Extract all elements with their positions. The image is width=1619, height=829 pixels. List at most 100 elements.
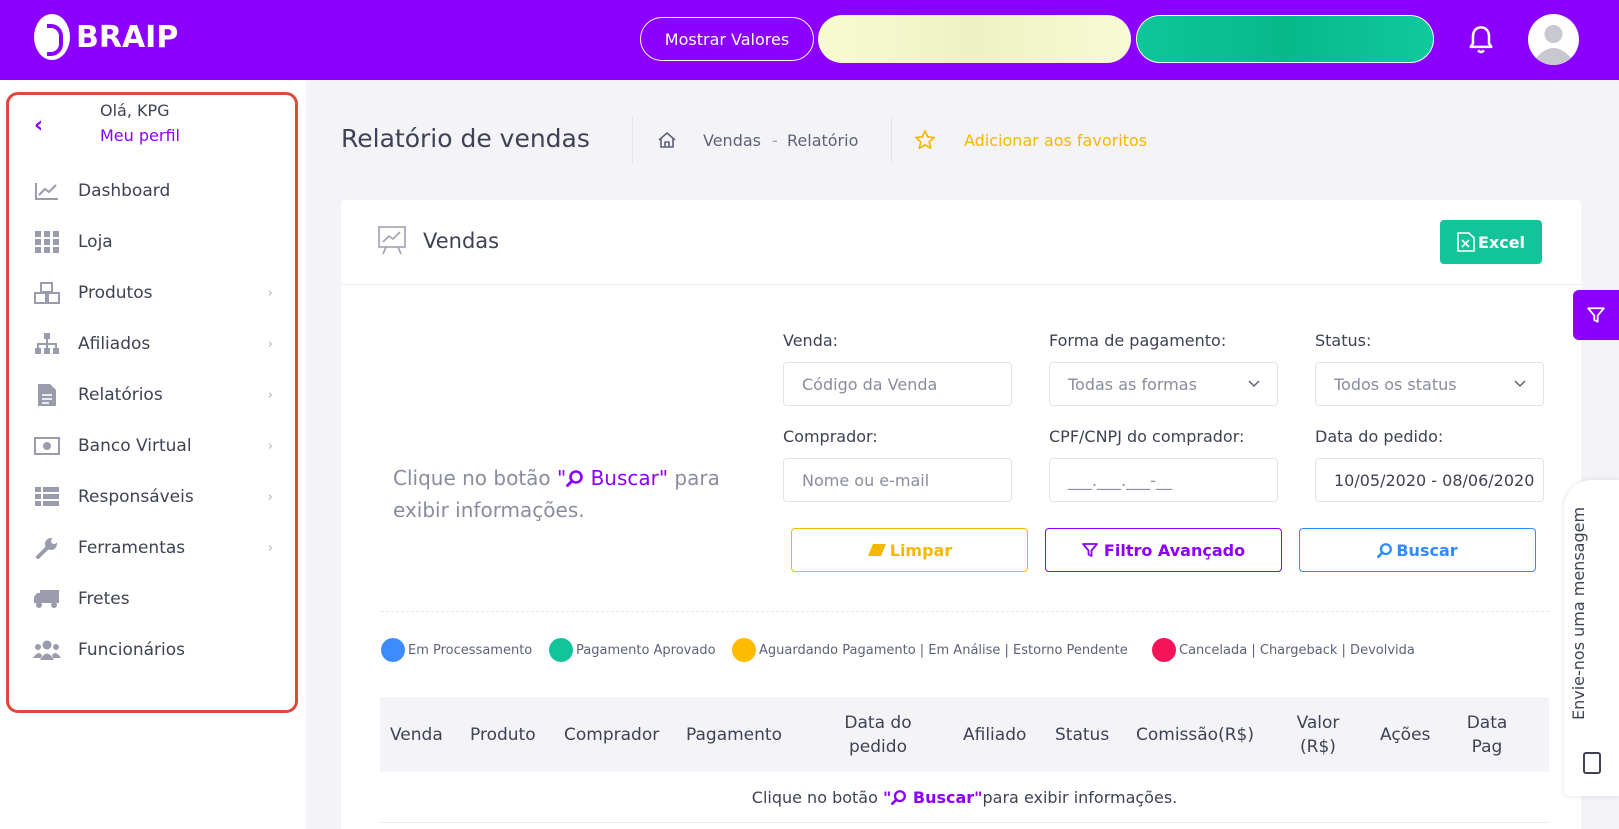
buyer-input[interactable]: Nome ou e-mail [783, 458, 1012, 502]
braip-logo-text: BRAIP [76, 19, 179, 55]
legend-label: Pagamento Aprovado [576, 642, 716, 658]
wrench-icon [33, 536, 61, 560]
legend-label: Aguardando Pagamento | Em Análise | Esto… [759, 642, 1128, 658]
filter-icon [1082, 543, 1098, 557]
order-date-range-input[interactable]: 10/05/2020 - 08/06/2020 [1315, 458, 1544, 502]
sidebar-item-fretes[interactable]: Fretes [33, 582, 273, 616]
legend-item-pending: Aguardando Pagamento | Em Análise | Esto… [732, 638, 1128, 662]
search-button[interactable]: Buscar [1299, 528, 1536, 572]
cpf-input[interactable]: ___.___.___-__ [1049, 458, 1278, 502]
venda-code-input[interactable]: Código da Venda [783, 362, 1012, 406]
sidebar-item-label: Banco Virtual [78, 436, 192, 456]
sidebar-item-responsaveis[interactable]: Responsáveis › [33, 480, 273, 514]
sidebar-item-label: Fretes [78, 589, 130, 609]
braip-logo[interactable]: BRAIP [34, 14, 178, 60]
chevron-down-icon [1248, 380, 1260, 388]
legend-item-processing: Em Processamento [381, 638, 532, 662]
send-message-label[interactable]: Envie-nos uma mensagem [1569, 500, 1588, 720]
sidebar-item-dashboard[interactable]: Dashboard [33, 174, 273, 208]
sidebar-item-relatorios[interactable]: Relatórios › [33, 378, 273, 412]
chevron-right-icon: › [267, 489, 273, 505]
sidebar-item-label: Produtos [78, 283, 153, 303]
show-values-button[interactable]: Mostrar Valores [640, 17, 814, 61]
column-header-comprador[interactable]: Comprador [564, 723, 659, 747]
page-title: Relatório de vendas [341, 124, 590, 153]
sidebar-item-loja[interactable]: Loja [33, 225, 273, 259]
column-header-data-pedido[interactable]: Data do pedido [828, 711, 928, 759]
sidebar-item-label: Relatórios [78, 385, 163, 405]
breadcrumb-relatorio[interactable]: Relatório [787, 131, 858, 150]
collapse-sidebar-icon[interactable]: ‹ [34, 113, 43, 138]
grid-icon [33, 230, 61, 254]
filter-icon [1587, 307, 1605, 323]
column-header-venda[interactable]: Venda [390, 723, 443, 747]
search-icon [566, 470, 584, 487]
status-dot-green [549, 638, 573, 662]
truck-icon [33, 587, 61, 611]
add-to-favorites-link[interactable]: Adicionar aos favoritos [964, 131, 1147, 150]
bell-icon[interactable] [1467, 24, 1495, 56]
payment-method-label: Forma de pagamento: [1049, 331, 1227, 350]
home-icon[interactable] [657, 130, 677, 150]
braip-logo-mark [34, 14, 70, 60]
clear-button[interactable]: Limpar [791, 528, 1028, 572]
status-value: Todos os status [1334, 374, 1457, 394]
sidebar-item-ferramentas[interactable]: Ferramentas › [33, 531, 273, 565]
sitemap-icon [33, 332, 61, 356]
excel-label: Excel [1477, 232, 1526, 252]
my-profile-link[interactable]: Meu perfil [100, 126, 180, 145]
column-header-afiliado[interactable]: Afiliado [963, 723, 1026, 747]
hint-search-word: " Buscar" [557, 466, 669, 490]
advanced-filter-button[interactable]: Filtro Avançado [1045, 528, 1282, 572]
sidebar-item-label: Dashboard [78, 181, 171, 201]
presentation-chart-icon [378, 226, 406, 255]
order-date-label: Data do pedido: [1315, 427, 1444, 446]
excel-file-icon [1457, 232, 1475, 252]
chevron-right-icon: › [267, 540, 273, 556]
cpf-label: CPF/CNPJ do comprador: [1049, 427, 1245, 446]
section-divider [381, 611, 1549, 612]
user-greeting: Olá, KPG [100, 101, 170, 120]
search-icon [1377, 543, 1393, 558]
chevron-right-box-icon[interactable] [1583, 752, 1601, 774]
sidebar-item-afiliados[interactable]: Afiliados › [33, 327, 273, 361]
export-excel-button[interactable]: Excel [1440, 220, 1542, 264]
floating-filter-button[interactable] [1573, 290, 1619, 340]
status-select[interactable]: Todos os status [1315, 362, 1544, 406]
venda-label: Venda: [783, 331, 839, 350]
balance-pill-blurred[interactable] [818, 15, 1131, 63]
chevron-down-icon [1514, 380, 1526, 388]
payment-method-select[interactable]: Todas as formas [1049, 362, 1278, 406]
eraser-icon [867, 544, 886, 556]
header-divider [891, 116, 892, 164]
sidebar-item-funcionarios[interactable]: Funcionários [33, 633, 273, 667]
column-header-pagamento[interactable]: Pagamento [686, 723, 782, 747]
chevron-right-icon: › [267, 387, 273, 403]
advanced-filter-label: Filtro Avançado [1103, 540, 1246, 560]
payment-method-value: Todas as formas [1068, 374, 1197, 394]
column-header-acoes: Ações [1380, 725, 1431, 745]
sidebar-item-banco-virtual[interactable]: Banco Virtual › [33, 429, 273, 463]
column-header-data-pag[interactable]: Data Pag [1462, 711, 1512, 759]
table-empty-row: Clique no botão " Buscar" para exibir in… [380, 772, 1549, 823]
column-header-produto[interactable]: Produto [470, 723, 536, 747]
chevron-right-icon: › [267, 285, 273, 301]
sidebar-item-produtos[interactable]: Produtos › [33, 276, 273, 310]
chevron-right-icon: › [267, 438, 273, 454]
column-header-comissao[interactable]: Comissão(R$) [1136, 723, 1254, 747]
status-label: Status: [1315, 331, 1372, 350]
sidebar-item-label: Afiliados [78, 334, 151, 354]
search-label: Buscar [1396, 540, 1458, 560]
search-hint: Clique no botão " Buscar" para exibir in… [393, 462, 753, 526]
breadcrumb-vendas[interactable]: Vendas [703, 131, 761, 150]
sidebar-item-label: Funcionários [78, 640, 186, 660]
status-dot-yellow [732, 638, 756, 662]
money-icon [33, 434, 61, 458]
breadcrumb-separator: - [772, 131, 778, 150]
empty-prefix: Clique no botão [751, 787, 878, 807]
earnings-pill-blurred[interactable] [1136, 15, 1434, 63]
user-avatar-icon[interactable] [1528, 14, 1579, 65]
column-header-status[interactable]: Status [1055, 723, 1109, 747]
column-header-valor[interactable]: Valor (R$) [1290, 711, 1346, 759]
star-icon[interactable] [914, 129, 936, 151]
